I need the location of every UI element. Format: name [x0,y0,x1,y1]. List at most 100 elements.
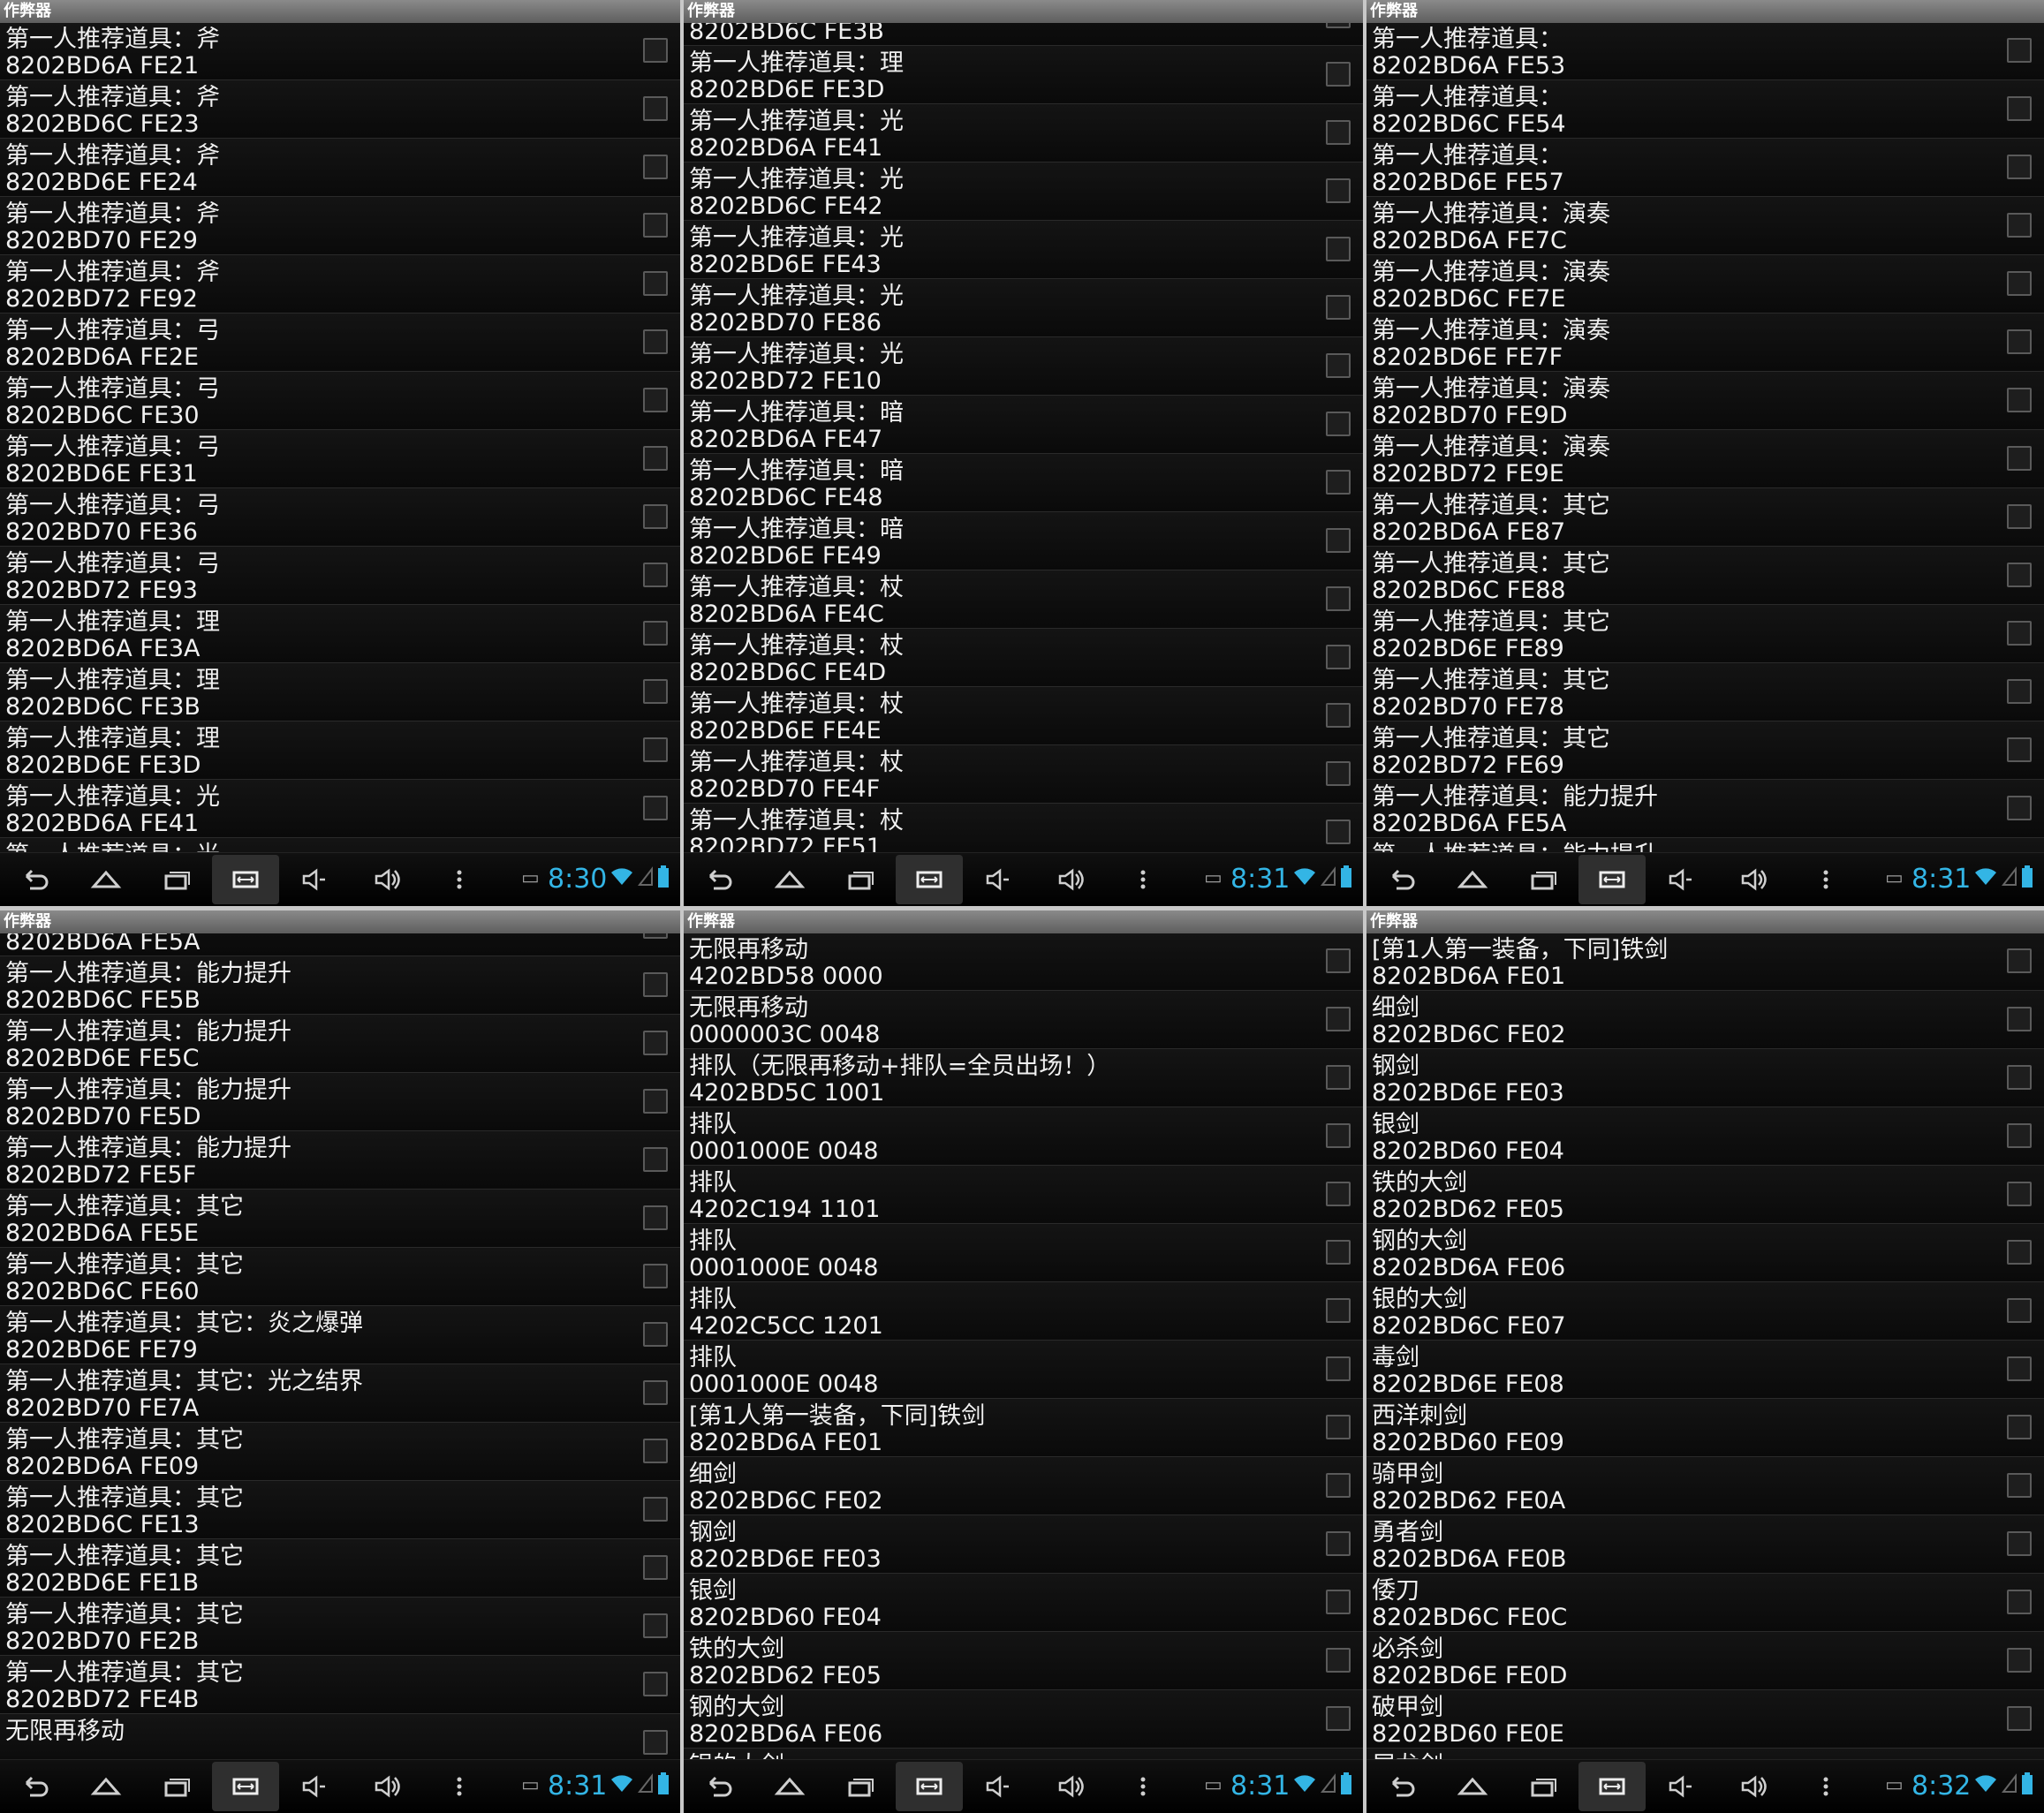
cheat-checkbox[interactable] [643,1264,668,1288]
cheat-list[interactable]: 第一人推荐道具：斧 8202BD6A FE21 第一人推荐道具：斧 8202BD6C … [0,23,680,853]
cheat-list-item[interactable]: 第一人推荐道具：其它 8202BD70 FE78 [1366,663,2044,721]
cheat-list-item[interactable]: 第一人推荐道具：演奏 8202BD6A FE7C [1366,197,2044,255]
cheat-checkbox[interactable] [643,213,668,238]
cheat-list-item[interactable]: 第一人推荐道具：演奏 8202BD70 FE9D [1366,372,2044,430]
cheat-checkbox[interactable] [1326,1356,1351,1381]
cheat-list-item[interactable]: 银的大剑 8202BD6C FE07 [1366,1282,2044,1341]
cheat-checkbox[interactable] [1326,1240,1351,1265]
cheat-list-item[interactable]: 第一人推荐道具：杖 8202BD70 FE4F [684,745,1363,804]
volume-up-icon[interactable] [371,864,406,895]
cheat-checkbox[interactable] [2007,737,2032,762]
cheat-list-item[interactable]: 破甲剑 8202BD60 FE0E [1366,1690,2044,1749]
cheat-checkbox[interactable] [2007,38,2032,63]
cheat-checkbox[interactable] [643,1555,668,1580]
cheat-checkbox[interactable] [643,1089,668,1114]
cheat-list-item[interactable]: 排队 0001000E 0048 [684,1341,1363,1399]
cheat-list-item[interactable]: 银剑 8202BD60 FE04 [1366,1107,2044,1166]
recent-apps-icon[interactable] [159,864,194,895]
home-icon[interactable] [772,864,807,895]
volume-up-icon[interactable] [371,1771,406,1802]
cheat-list-item[interactable]: 第一人推荐道具：能力提升8202BD6A FE5A [1366,780,2044,838]
cheat-checkbox[interactable] [1326,1590,1351,1614]
cheat-list-item[interactable]: 第一人推荐道具：能力提升 8202BD6C FE5B [0,956,680,1015]
cheat-list-item[interactable]: 第一人推荐道具： 8202BD6C FE54 [1366,80,2044,139]
cheat-checkbox[interactable] [1326,295,1351,320]
cheat-list-item[interactable]: 第一人推荐道具：其它：炎之爆弹 8202BD6E FE79 [0,1306,680,1364]
cheat-checkbox[interactable] [2007,679,2032,704]
home-icon[interactable] [772,1771,807,1802]
volume-up-icon[interactable] [1737,864,1773,895]
cheat-checkbox[interactable] [643,1322,668,1347]
cheat-list-item[interactable]: 铁的大剑 8202BD62 FE05 [684,1632,1363,1690]
cheat-list-item[interactable]: 钢剑 8202BD6E FE03 [684,1515,1363,1574]
cheat-list[interactable]: 无限再移动 4202BD58 0000 无限再移动 0000003C 0048 排队（无… [684,933,1363,1760]
back-icon[interactable] [1384,864,1419,895]
cheat-list-item[interactable]: 毒剑 8202BD6E FE08 [1366,1341,2044,1399]
cheat-checkbox[interactable] [2007,388,2032,412]
cheat-list-item[interactable]: 排队 4202C5CC 1201 [684,1282,1363,1341]
cheat-list-item[interactable]: 第一人推荐道具：其它 8202BD72 FE69 [1366,721,2044,780]
cheat-list-item[interactable]: 第一人推荐道具：理 8202BD6E FE3D [684,46,1363,104]
volume-down-icon[interactable] [980,1771,1016,1802]
cheat-checkbox[interactable] [2007,1648,2032,1673]
cheat-list-item[interactable]: [第1人第一装备，下同]铁剑 8202BD6A FE01 [684,1399,1363,1457]
volume-up-icon[interactable] [1055,864,1090,895]
cheat-checkbox[interactable] [643,388,668,412]
cheat-list-item[interactable]: 勇者剑 8202BD6A FE0B [1366,1515,2044,1574]
cheat-checkbox[interactable] [643,796,668,820]
cheat-list-item[interactable]: 排队 0001000E 0048 [684,1107,1363,1166]
cheat-checkbox[interactable] [643,563,668,587]
cheat-checkbox[interactable] [643,933,668,939]
cheat-checkbox[interactable] [1326,412,1351,436]
cheat-checkbox[interactable] [1326,1182,1351,1206]
screenshot-button[interactable] [212,1762,279,1811]
cheat-list[interactable]: [第1人第一装备，下同]铁剑 8202BD6A FE01 细剑 8202BD6C FE… [1366,933,2044,1760]
home-icon[interactable] [88,864,124,895]
cheat-list-item[interactable]: 第一人推荐道具：能力提升 8202BD72 FE5F [0,1131,680,1190]
cheat-list-item[interactable]: 第一人推荐道具：杖 8202BD72 FE51 [684,804,1363,853]
recent-apps-icon[interactable] [843,864,878,895]
cheat-checkbox[interactable] [1326,528,1351,553]
cheat-checkbox[interactable] [643,737,668,762]
screenshot-button[interactable] [1578,1762,1646,1811]
cheat-checkbox[interactable] [2007,621,2032,646]
cheat-list-item[interactable]: 第一人推荐道具：斧 8202BD6C FE23 [0,80,680,139]
cheat-checkbox[interactable] [1326,820,1351,844]
cheat-list-item[interactable]: 细剑 8202BD6C FE02 [684,1457,1363,1515]
cheat-list-item[interactable]: 第一人推荐道具：弓 8202BD6A FE2E [0,313,680,372]
cheat-checkbox[interactable] [643,1439,668,1463]
cheat-checkbox[interactable] [1326,353,1351,378]
cheat-list-item[interactable]: 第一人推荐道具：理 8202BD6E FE3D [0,721,680,780]
cheat-list-item[interactable]: 第一人推荐道具：暗 8202BD6A FE47 [684,396,1363,454]
cheat-checkbox[interactable] [2007,1415,2032,1439]
cheat-checkbox[interactable] [1326,948,1351,973]
cheat-list-item[interactable]: 西洋刺剑 8202BD60 FE09 [1366,1399,2044,1457]
cheat-list-item[interactable]: 第一人推荐道具：斧 8202BD6E FE24 [0,139,680,197]
cheat-list-item[interactable]: 第一人推荐道具：其它 8202BD70 FE2B [0,1598,680,1656]
cheat-checkbox[interactable] [1326,1298,1351,1323]
cheat-list[interactable]: 第一人推荐道具： 8202BD6A FE53 第一人推荐道具： 8202BD6C FE… [1366,23,2044,853]
back-icon[interactable] [701,1771,737,1802]
cheat-list-item[interactable]: 第一人推荐道具：斧 8202BD70 FE29 [0,197,680,255]
cheat-list-item[interactable]: 第一人推荐道具：其它 8202BD6C FE60 [0,1248,680,1306]
cheat-checkbox[interactable] [1326,1648,1351,1673]
back-icon[interactable] [1384,1771,1419,1802]
cheat-checkbox[interactable] [643,621,668,646]
cheat-list-item[interactable]: 第一人推荐道具：光 8202BD6E FE43 [684,221,1363,279]
cheat-checkbox[interactable] [643,155,668,179]
cheat-checkbox[interactable] [2007,96,2032,121]
back-icon[interactable] [18,864,53,895]
cheat-checkbox[interactable] [1326,1123,1351,1148]
volume-down-icon[interactable] [297,864,332,895]
recent-apps-icon[interactable] [1525,1771,1561,1802]
cheat-checkbox[interactable] [2007,271,2032,296]
cheat-checkbox[interactable] [1326,237,1351,261]
cheat-list-item[interactable]: 第一人推荐道具：其它 8202BD6A FE09 [0,1423,680,1481]
cheat-list-item[interactable]: 无限再移动 4202BD58 0000 [684,933,1363,991]
cheat-checkbox[interactable] [2007,796,2032,820]
cheat-checkbox[interactable] [2007,1356,2032,1381]
cheat-checkbox[interactable] [1326,1531,1351,1556]
cheat-list-item[interactable]: 第一人推荐道具：杖 8202BD6C FE4D [684,629,1363,687]
cheat-list-item[interactable]: 铁的大剑 8202BD62 FE05 [1366,1166,2044,1224]
cheat-list-item[interactable]: 第一人推荐道具：杖 8202BD6A FE4C [684,570,1363,629]
